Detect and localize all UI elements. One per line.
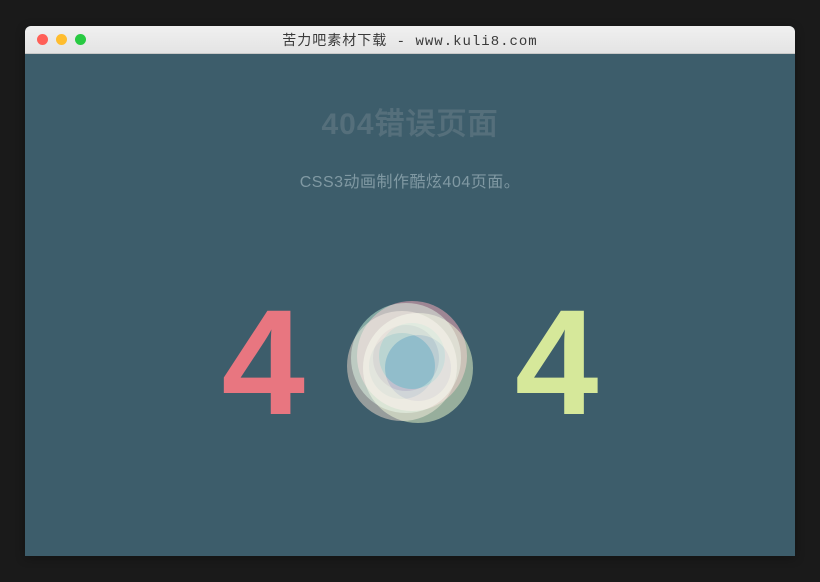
- maximize-icon[interactable]: [75, 34, 86, 45]
- window-titlebar: 苦力吧素材下载 - www.kuli8.com: [25, 26, 795, 54]
- digit-four-right: 4: [515, 287, 598, 437]
- page-content: 404错误页面 CSS3动画制作酷炫404页面。 4 4: [25, 54, 795, 437]
- browser-window: 苦力吧素材下载 - www.kuli8.com 404错误页面 CSS3动画制作…: [25, 26, 795, 556]
- page-subtitle: CSS3动画制作酷炫404页面。: [25, 168, 795, 192]
- page-heading: 404错误页面: [25, 99, 795, 143]
- window-title: 苦力吧素材下载 - www.kuli8.com: [25, 30, 795, 50]
- spinning-rings-icon: [345, 297, 475, 427]
- digit-four-left: 4: [222, 287, 305, 437]
- window-controls: [25, 34, 86, 45]
- error-404-graphic: 4 4: [25, 287, 795, 437]
- minimize-icon[interactable]: [56, 34, 67, 45]
- close-icon[interactable]: [37, 34, 48, 45]
